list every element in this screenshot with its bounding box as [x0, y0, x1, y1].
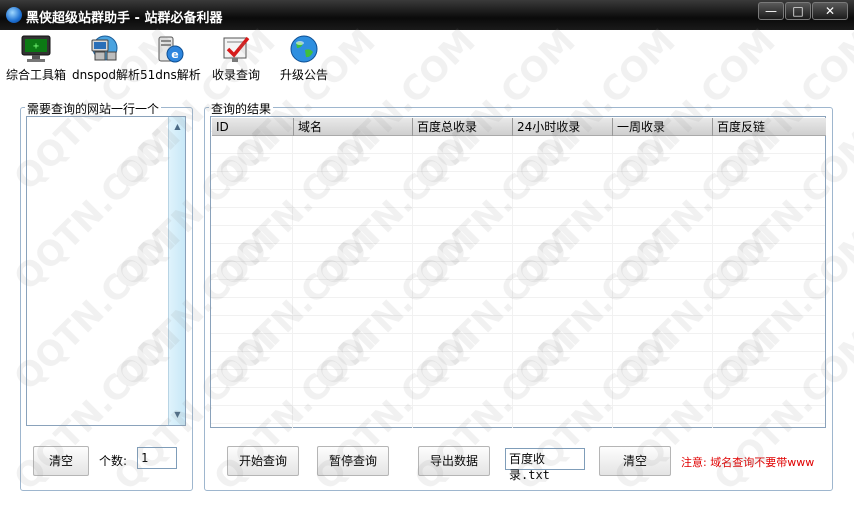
column-header-24h[interactable]: 24小时收录	[512, 118, 612, 136]
checkmark-board-icon	[223, 36, 250, 62]
toolbar-label: 51dns解析	[140, 68, 201, 82]
minimize-button[interactable]: —	[758, 2, 784, 20]
site-list-scrollbar[interactable]: ▲ ▼	[168, 117, 185, 425]
toolbar-item-index-query[interactable]: 收录查询	[206, 34, 266, 84]
maximize-button[interactable]: □	[785, 2, 811, 20]
export-filename-field[interactable]: 百度收录.txt	[505, 448, 585, 482]
scroll-up-icon[interactable]: ▲	[170, 119, 185, 135]
title-bar: 黑侠超级站群助手 - 站群必备利器 — □ ✕	[0, 0, 854, 30]
ie-server-icon: e	[158, 36, 184, 63]
clear-results-button[interactable]: 清空	[599, 446, 671, 476]
svg-text:+: +	[33, 41, 39, 52]
column-divider	[512, 136, 513, 428]
network-computer-icon	[91, 35, 118, 61]
notice-text: 注意: 域名查询不要带www	[681, 456, 815, 469]
results-legend: 查询的结果	[209, 100, 274, 117]
column-header-id[interactable]: ID	[212, 118, 292, 136]
export-data-button[interactable]: 导出数据	[418, 446, 490, 476]
toolbar-label: 收录查询	[211, 68, 260, 82]
globe-icon	[290, 35, 318, 63]
site-list-legend: 需要查询的网站一行一个	[25, 100, 162, 117]
toolbar: + 综合工具箱 dnspod解析 e 51dns解析 收录查询 升级公告	[0, 30, 854, 86]
column-divider	[612, 136, 613, 428]
site-list-input[interactable]: ▲ ▼	[26, 116, 186, 426]
window-title: 黑侠超级站群助手 - 站群必备利器	[26, 11, 223, 26]
toolbar-label: 升级公告	[279, 68, 328, 82]
column-divider	[292, 136, 293, 428]
toolbar-item-update-notice[interactable]: 升级公告	[276, 34, 332, 84]
toolbar-item-dnspod[interactable]: dnspod解析	[72, 34, 141, 84]
svg-text:e: e	[171, 48, 178, 61]
start-query-button[interactable]: 开始查询	[227, 446, 299, 476]
pause-query-button[interactable]: 暂停查询	[317, 446, 389, 476]
column-divider	[412, 136, 413, 428]
scroll-down-icon[interactable]: ▼	[170, 407, 185, 423]
app-logo-icon	[6, 7, 22, 23]
results-table[interactable]: ID 域名 百度总收录 24小时收录 一周收录 百度反链	[210, 116, 826, 428]
monitor-icon: +	[21, 35, 51, 62]
results-table-header: ID 域名 百度总收录 24小时收录 一周收录 百度反链	[212, 118, 826, 136]
column-header-backlinks[interactable]: 百度反链	[712, 118, 825, 136]
toolbar-item-51dns[interactable]: e 51dns解析	[140, 34, 201, 84]
count-field[interactable]: 1	[137, 447, 177, 469]
column-divider	[712, 136, 713, 428]
column-header-week[interactable]: 一周收录	[612, 118, 712, 136]
count-label: 个数:	[99, 454, 128, 468]
column-header-domain[interactable]: 域名	[293, 118, 412, 136]
close-button[interactable]: ✕	[812, 2, 848, 20]
clear-list-button[interactable]: 清空	[33, 446, 89, 476]
toolbar-label: 综合工具箱	[5, 68, 66, 82]
toolbar-item-toolbox[interactable]: + 综合工具箱	[4, 34, 68, 84]
column-header-baidu-total[interactable]: 百度总收录	[412, 118, 512, 136]
toolbar-label: dnspod解析	[72, 68, 141, 82]
